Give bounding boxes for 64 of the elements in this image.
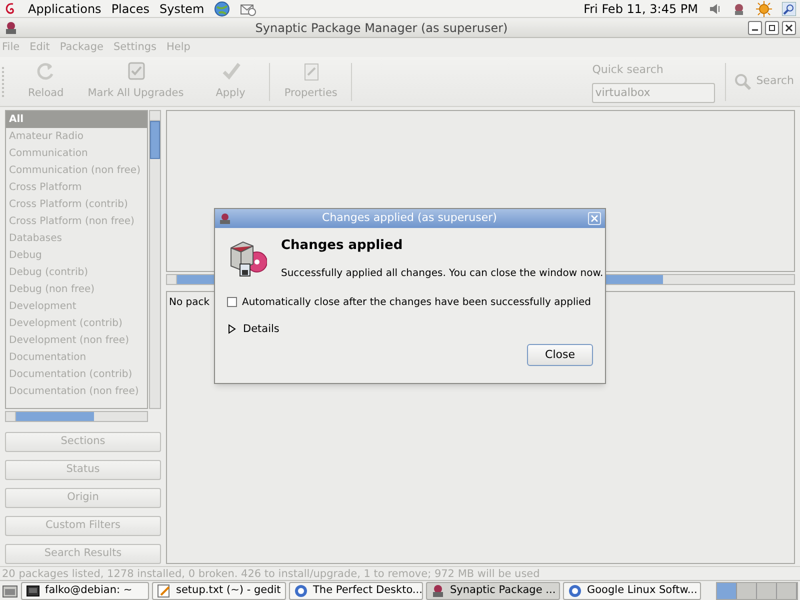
category-item[interactable]: Communication (6, 145, 147, 162)
category-item[interactable]: Debug (contrib) (6, 264, 147, 281)
category-item[interactable]: All (6, 111, 147, 128)
category-item[interactable]: Documentation (non free) (6, 383, 147, 400)
checkbox[interactable] (227, 297, 237, 307)
category-item[interactable]: Cross Platform (6, 179, 147, 196)
close-button[interactable]: Close (527, 344, 593, 366)
close-icon (785, 24, 793, 32)
taskbar-button[interactable]: Google Linux Softw... (563, 582, 701, 600)
panel-menu[interactable]: Places (111, 0, 150, 18)
sun-icon (756, 0, 772, 16)
filter-button[interactable]: Origin (5, 488, 161, 508)
category-item[interactable]: Development (non free) (6, 332, 147, 349)
horizontal-scrollbar[interactable] (5, 411, 148, 422)
globe-icon (214, 0, 230, 16)
category-item[interactable]: Amateur Radio (6, 128, 147, 145)
panel-menu[interactable]: System (159, 0, 204, 18)
category-item[interactable]: Cross Platform (non free) (6, 213, 147, 230)
clock-text: Fri Feb 11, 3:45 PM (584, 0, 698, 18)
vertical-scrollbar[interactable] (149, 110, 161, 410)
taskbar-button[interactable]: The Perfect Deskto... (289, 582, 423, 600)
category-item[interactable]: Cross Platform (contrib) (6, 196, 147, 213)
panel-menu[interactable]: Applications (28, 0, 102, 18)
close-button[interactable] (782, 20, 796, 34)
editor-icon (157, 584, 171, 598)
browser-icon (568, 584, 582, 598)
details-expander[interactable]: Details (227, 322, 280, 338)
taskbar-button[interactable]: setup.txt (~) - gedit (152, 582, 286, 600)
checkbox-label[interactable]: Automatically close after the changes have been successfully applied (242, 294, 592, 310)
search-icon (734, 72, 752, 90)
dialog-heading: Changes applied (281, 237, 404, 255)
category-item[interactable]: Databases (6, 230, 147, 247)
speaker-icon (708, 2, 722, 16)
category-item[interactable]: Debug (6, 247, 147, 264)
close-icon (591, 215, 598, 222)
window-title: Synaptic Package Manager (as superuser) (254, 20, 509, 36)
details-text: No pack (169, 297, 210, 308)
filter-button[interactable]: Custom Filters (5, 516, 161, 536)
maximize-button[interactable] (765, 20, 779, 34)
maximize-icon (768, 24, 776, 32)
filter-button[interactable]: Search Results (5, 544, 161, 564)
app-icon (219, 212, 231, 224)
filter-button[interactable]: Status (5, 460, 161, 480)
category-item[interactable]: Development (6, 298, 147, 315)
taskbar-button[interactable]: Synaptic Package ... (426, 582, 560, 600)
workspace-switcher[interactable] (716, 582, 798, 600)
category-item[interactable]: Documentation (6, 349, 147, 366)
dialog-title: Changes applied (as superuser) (321, 210, 498, 226)
category-item[interactable]: Debug (non free) (6, 281, 147, 298)
app-icon (4, 20, 18, 34)
category-item[interactable]: Development (contrib) (6, 315, 147, 332)
field-label: Quick search (592, 62, 664, 78)
terminal-icon (26, 584, 40, 598)
triangle-icon (227, 324, 237, 334)
dialog-message: Successfully applied all changes. You can close the window now. (281, 266, 604, 280)
category-item[interactable]: Communication (non free) (6, 162, 147, 179)
search-button[interactable]: Search (734, 72, 800, 90)
magnifier-icon (782, 2, 796, 16)
filter-button[interactable]: Sections (5, 432, 161, 452)
browser-icon (294, 584, 308, 598)
minimize-icon (752, 29, 758, 31)
taskbar-button[interactable]: falko@debian: ~ (21, 582, 149, 600)
minimize-button[interactable] (748, 20, 762, 34)
category-item[interactable]: Documentation (contrib) (6, 366, 147, 383)
